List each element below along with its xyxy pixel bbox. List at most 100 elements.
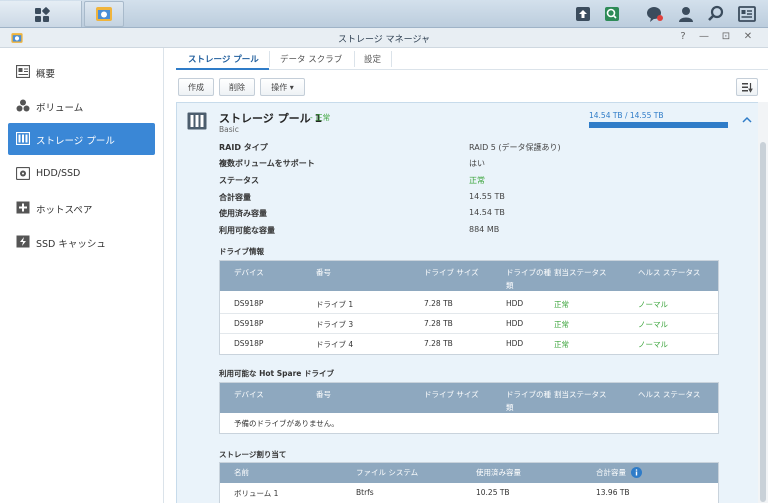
table-row[interactable]: DS918P ドライブ 1 7.28 TB HDD 正常 ノーマル — [220, 294, 718, 314]
column-header[interactable]: ファイル システム — [356, 466, 418, 479]
column-header[interactable]: ドライブ サイズ — [424, 266, 479, 279]
action-dropdown-button[interactable]: 操作 ▾ — [260, 78, 305, 96]
sidebar-item-ssd-cache[interactable]: SSD キャッシュ — [8, 226, 155, 258]
column-header[interactable]: デバイス — [234, 388, 264, 401]
column-header[interactable]: ドライブの種 類 — [506, 388, 551, 414]
search-icon[interactable] — [706, 4, 726, 24]
drive-info-table: デバイス 番号 ドライブ サイズ ドライブの種 類 割当ステータス ヘルス ステ… — [219, 260, 719, 355]
window-titlebar[interactable]: ストレージ マネージャ ? — ⊡ ✕ — [0, 28, 768, 48]
cell-size: 7.28 TB — [424, 299, 453, 308]
delete-button[interactable]: 削除 — [219, 78, 255, 96]
sidebar-item-label: 概要 — [36, 69, 56, 80]
cell-total: 13.96 TB — [596, 488, 630, 497]
column-header[interactable]: 割当ステータス — [554, 388, 607, 401]
scrollbar[interactable] — [758, 102, 768, 503]
column-header[interactable]: 使用済み容量 — [476, 466, 521, 479]
storage-pool-panel: ストレージ プール 1 - 正常 Basic 14.54 TB / 14.55 … — [176, 102, 759, 503]
info-icon[interactable] — [631, 467, 642, 478]
sidebar-item-label: SSD キャッシュ — [36, 239, 106, 250]
tab-divider — [391, 51, 392, 67]
sidebar-item-label: HDD/SSD — [36, 168, 81, 179]
volume-icon — [16, 99, 30, 112]
column-header[interactable]: ヘルス ステータス — [638, 388, 700, 401]
capacity-bar-fill — [589, 122, 728, 128]
widgets-icon[interactable] — [737, 4, 757, 24]
sidebar-item-label: ストレージ プール — [36, 136, 115, 147]
help-button[interactable]: ? — [676, 31, 690, 42]
column-header[interactable]: 番号 — [316, 388, 331, 401]
cell-type: HDD — [506, 339, 524, 348]
cell-allocation-status: 正常 — [554, 300, 569, 309]
sort-button[interactable] — [736, 78, 758, 96]
chevron-up-icon[interactable] — [742, 115, 752, 125]
window-title: ストレージ マネージャ — [337, 35, 431, 45]
cell-size: 7.28 TB — [424, 319, 453, 328]
sidebar-item-hdd-ssd[interactable]: HDD/SSD — [8, 158, 155, 190]
column-header[interactable]: ドライブの種 類 — [506, 266, 551, 292]
cell-name: ボリューム 1 — [234, 489, 279, 498]
tab-settings[interactable]: 設定 — [364, 53, 381, 65]
cell-number: ドライブ 1 — [316, 300, 354, 309]
table-row[interactable]: DS918P ドライブ 3 7.28 TB HDD 正常 ノーマル — [220, 314, 718, 334]
column-header[interactable]: ドライブ サイズ — [424, 388, 479, 401]
cell-filesystem: Btrfs — [356, 488, 374, 497]
pool-status: - 正常 — [310, 112, 330, 123]
sidebar-item-storage-pool[interactable]: ストレージ プール — [8, 123, 155, 155]
main-menu-icon — [35, 7, 50, 22]
table-header: デバイス 番号 ドライブ サイズ ドライブの種 類 割当ステータス ヘルス ステ… — [220, 383, 718, 413]
pool-name: ストレージ プール 1 — [219, 112, 323, 125]
sidebar: 概要 ボリューム ストレージ プール HDD/SSD ホットスペア SSD キャ… — [0, 48, 164, 503]
detail-value: 14.54 TB — [469, 208, 505, 217]
storage-manager-app-icon — [96, 7, 112, 21]
cell-size: 7.28 TB — [424, 339, 453, 348]
create-button[interactable]: 作成 — [178, 78, 214, 96]
storage-manager-taskbar-button[interactable] — [84, 1, 124, 27]
sidebar-item-hot-spare[interactable]: ホットスペア — [8, 192, 155, 224]
detail-value: 14.55 TB — [469, 192, 505, 201]
notifications-icon[interactable] — [645, 4, 665, 24]
column-header[interactable]: 番号 — [316, 266, 331, 279]
overview-icon — [16, 65, 30, 78]
detail-key: RAID タイプ — [219, 143, 268, 152]
detail-key: 使用済み容量 — [219, 209, 267, 218]
capacity-bar — [589, 122, 728, 128]
upload-icon[interactable] — [573, 4, 593, 24]
ssd-cache-icon — [16, 235, 30, 248]
cell-used: 10.25 TB — [476, 488, 510, 497]
close-button[interactable]: ✕ — [741, 31, 755, 42]
table-header: 名前 ファイル システム 使用済み容量 合計容量 — [220, 463, 718, 483]
detail-key: 利用可能な容量 — [219, 226, 275, 235]
search-app-icon[interactable] — [602, 4, 622, 24]
column-header[interactable]: 名前 — [234, 466, 249, 479]
minimize-button[interactable]: — — [697, 31, 711, 42]
maximize-button[interactable]: ⊡ — [719, 31, 733, 42]
sidebar-item-overview[interactable]: 概要 — [8, 56, 155, 88]
detail-value: 正常 — [469, 176, 485, 185]
detail-value: RAID 5 (データ保護あり) — [469, 143, 561, 152]
tab-bar: ストレージ プール データ スクラブ 設定 — [176, 48, 768, 70]
tab-data-scrub[interactable]: データ スクラブ — [280, 53, 342, 65]
tab-divider — [354, 51, 355, 67]
user-icon[interactable] — [676, 4, 696, 24]
drive-info-title: ドライブ情報 — [219, 247, 264, 256]
cell-allocation-status: 正常 — [554, 320, 569, 329]
detail-value: 884 MB — [469, 225, 500, 234]
column-header[interactable]: 合計容量 — [596, 466, 626, 479]
sidebar-item-label: ボリューム — [36, 103, 84, 114]
table-row[interactable]: ボリューム 1 Btrfs 10.25 TB 13.96 TB — [220, 483, 718, 503]
storage-pool-icon — [187, 112, 207, 130]
main-menu-button[interactable] — [0, 1, 82, 27]
sidebar-item-volume[interactable]: ボリューム — [8, 90, 155, 122]
scrollbar-thumb[interactable] — [760, 142, 766, 502]
tab-storage-pool[interactable]: ストレージ プール — [188, 53, 259, 65]
capacity-text: 14.54 TB / 14.55 TB — [589, 111, 664, 120]
column-header[interactable]: 割当ステータス — [554, 266, 607, 279]
hot-spare-table: デバイス 番号 ドライブ サイズ ドライブの種 類 割当ステータス ヘルス ステ… — [219, 382, 719, 434]
column-header[interactable]: ヘルス ステータス — [638, 266, 700, 279]
cell-device: DS918P — [234, 299, 264, 308]
empty-message-row: 予備のドライブがありません。 — [220, 413, 718, 433]
hdd-icon — [16, 167, 30, 180]
detail-value: はい — [469, 159, 485, 168]
column-header[interactable]: デバイス — [234, 266, 264, 279]
table-row[interactable]: DS918P ドライブ 4 7.28 TB HDD 正常 ノーマル — [220, 334, 718, 354]
